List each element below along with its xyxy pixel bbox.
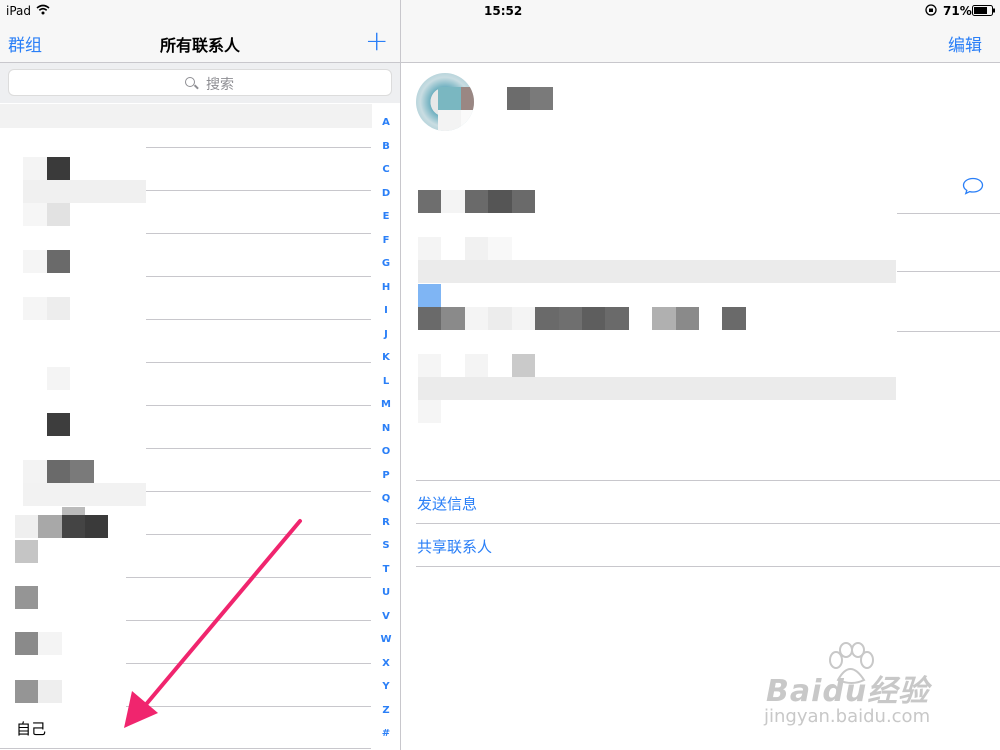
watermark-url: jingyan.baidu.com: [764, 706, 931, 727]
annotation-arrow-icon: [124, 519, 302, 728]
watermark-brand: Baidu经验: [766, 674, 930, 709]
watermark: Baidu经验 jingyan.baidu.com: [760, 640, 1000, 740]
